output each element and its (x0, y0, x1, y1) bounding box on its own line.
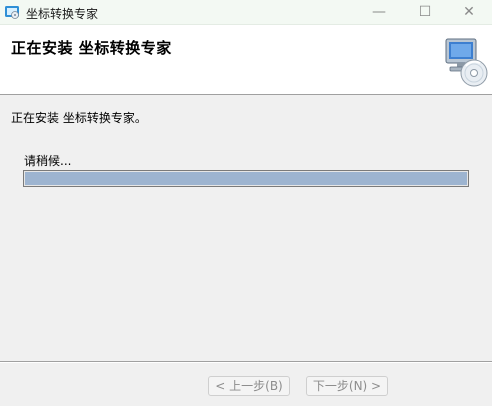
maximize-button[interactable]: ☐ (402, 0, 448, 24)
window-title: 坐标转换专家 (26, 7, 99, 21)
back-button[interactable]: < 上一步(B) (208, 376, 290, 396)
header-banner: 正在安装 坐标转换专家 (0, 25, 492, 95)
page-title: 正在安装 坐标转换专家 (11, 39, 172, 57)
close-button[interactable]: ✕ (446, 0, 492, 24)
title-bar[interactable]: 坐标转换专家 — ☐ ✕ (0, 0, 492, 25)
next-button[interactable]: 下一步(N) > (306, 376, 388, 396)
footer-divider (0, 361, 492, 363)
progress-bar-fill (25, 172, 467, 185)
wait-label: 请稍候... (24, 154, 72, 168)
minimize-button[interactable]: — (356, 0, 402, 24)
progress-bar (23, 170, 469, 187)
installer-icon (5, 6, 19, 19)
computer-cd-icon (445, 38, 488, 87)
install-status-text: 正在安装 坐标转换专家。 (11, 111, 147, 125)
